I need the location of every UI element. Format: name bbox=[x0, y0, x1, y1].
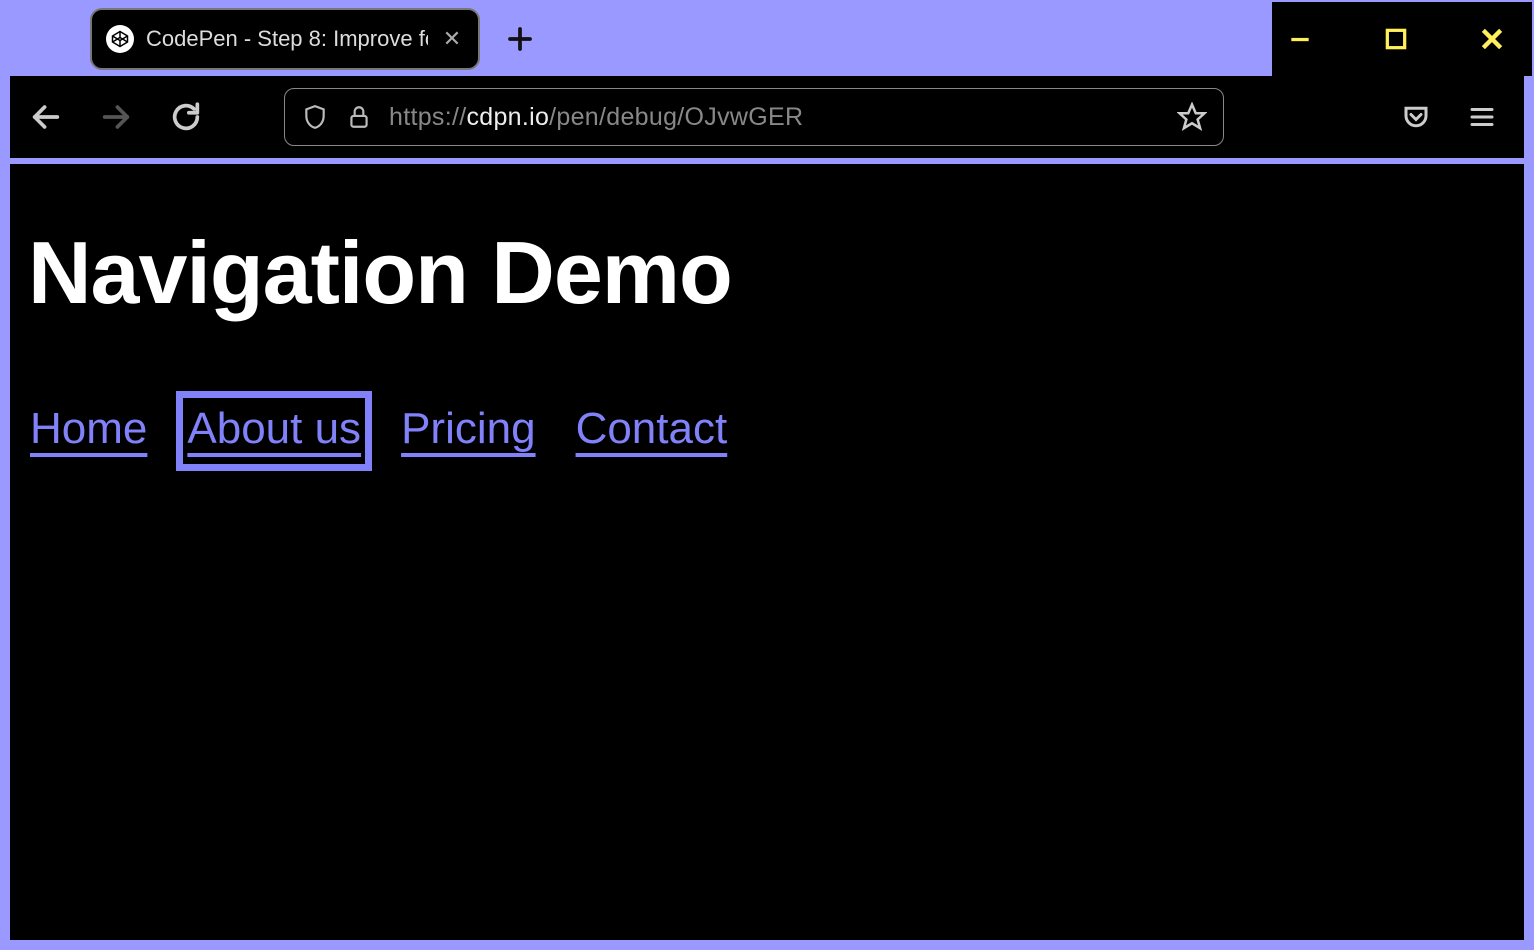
reload-button[interactable] bbox=[164, 95, 208, 139]
back-button[interactable] bbox=[24, 95, 68, 139]
close-tab-icon[interactable]: ✕ bbox=[440, 26, 464, 52]
minimize-button[interactable] bbox=[1280, 19, 1320, 59]
pocket-icon[interactable] bbox=[1398, 99, 1434, 135]
nav-link-contact[interactable]: Contact bbox=[574, 400, 730, 462]
page-heading: Navigation Demo bbox=[28, 222, 1506, 324]
new-tab-button[interactable] bbox=[500, 19, 540, 59]
shield-icon bbox=[301, 103, 329, 131]
nav-link-pricing[interactable]: Pricing bbox=[399, 400, 538, 462]
hamburger-menu-icon[interactable] bbox=[1464, 99, 1500, 135]
url-host: cdpn.io bbox=[466, 103, 549, 131]
demo-nav: Home About us Pricing Contact bbox=[28, 400, 1506, 462]
url-text: https://cdpn.io/pen/debug/OJvwGER bbox=[389, 103, 1161, 132]
window-caption-buttons bbox=[1272, 2, 1532, 76]
codepen-icon bbox=[106, 25, 134, 53]
url-path: /pen/debug/OJvwGER bbox=[549, 103, 803, 131]
close-window-button[interactable] bbox=[1472, 19, 1512, 59]
tab-title: CodePen - Step 8: Improve focu bbox=[146, 26, 428, 52]
browser-window: CodePen - Step 8: Improve focu ✕ bbox=[2, 2, 1532, 948]
page-viewport: Navigation Demo Home About us Pricing Co… bbox=[10, 164, 1524, 940]
lock-icon bbox=[345, 103, 373, 131]
browser-tab[interactable]: CodePen - Step 8: Improve focu ✕ bbox=[90, 8, 480, 70]
nav-link-home[interactable]: Home bbox=[28, 400, 149, 462]
url-scheme: https:// bbox=[389, 103, 466, 131]
address-bar[interactable]: https://cdpn.io/pen/debug/OJvwGER bbox=[284, 88, 1224, 146]
tab-strip: CodePen - Step 8: Improve focu ✕ bbox=[2, 2, 1272, 70]
bookmark-star-icon[interactable] bbox=[1177, 102, 1207, 132]
nav-link-about[interactable]: About us bbox=[185, 400, 363, 462]
browser-toolbar: https://cdpn.io/pen/debug/OJvwGER bbox=[10, 76, 1524, 158]
titlebar: CodePen - Step 8: Improve focu ✕ bbox=[2, 2, 1532, 76]
forward-button[interactable] bbox=[94, 95, 138, 139]
toolbar-right bbox=[1398, 99, 1510, 135]
maximize-button[interactable] bbox=[1376, 19, 1416, 59]
